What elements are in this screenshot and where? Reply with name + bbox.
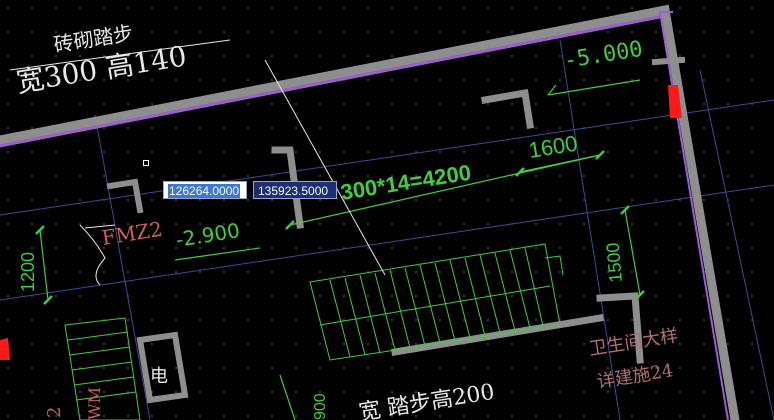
cad-model-space[interactable]: 砖砌踏步 宽300 高140 -5.000 1600 300*14=4200 F… bbox=[0, 0, 774, 420]
dynamic-input-x-field[interactable]: 126264.0000 bbox=[163, 181, 247, 199]
dim-1500-label: 1500 bbox=[603, 242, 626, 284]
floor-plan-drawing[interactable]: 砖砌踏步 宽300 高140 -5.000 1600 300*14=4200 F… bbox=[0, 0, 774, 420]
dim-900-label: 900 bbox=[312, 393, 329, 420]
wall-right-notch bbox=[651, 56, 686, 66]
dynamic-input-y-value: 135923.5000 bbox=[258, 184, 329, 198]
crosshair-pickbox bbox=[143, 160, 149, 166]
dynamic-input-y-field[interactable]: 135923.5000 bbox=[253, 181, 337, 199]
dynamic-input-x-value: 126264.0000 bbox=[168, 184, 241, 198]
electric-label: 电 bbox=[150, 366, 168, 387]
dim-1200-label: 1200 bbox=[18, 252, 38, 292]
label-mr: WM bbox=[85, 387, 104, 420]
label-2: 2 bbox=[44, 407, 65, 418]
